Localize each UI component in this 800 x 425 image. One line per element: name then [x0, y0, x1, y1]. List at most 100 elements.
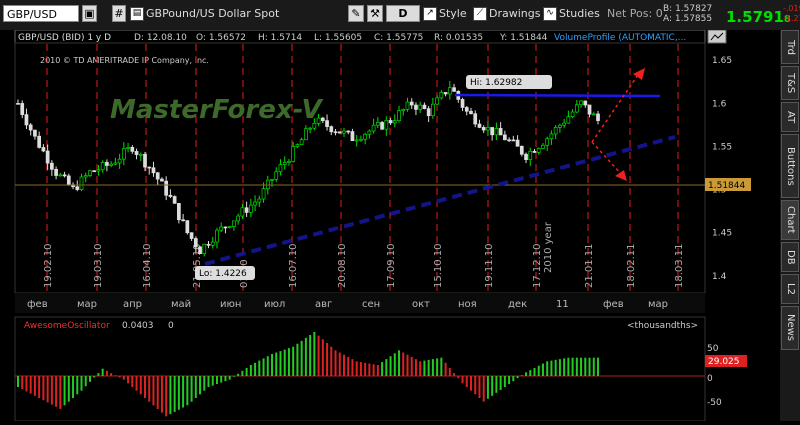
osc-tick-0: 0 — [707, 374, 713, 384]
oscillator-units: <thousandths> — [627, 321, 698, 331]
candle-body — [384, 120, 389, 130]
month-label: фев — [603, 299, 624, 310]
candle-body — [189, 232, 194, 239]
candle-body — [528, 150, 533, 161]
oscillator-value: 0.0403 — [122, 321, 154, 331]
candle-body — [583, 100, 588, 106]
candle-body — [155, 172, 160, 180]
sidebar-tab-db[interactable]: DB — [781, 242, 799, 272]
candle-body — [185, 220, 190, 234]
candle-body — [481, 127, 486, 131]
candle-body — [210, 241, 215, 246]
candle-body — [215, 229, 219, 243]
candle-body — [134, 151, 139, 155]
studies-menu[interactable]: ∿ Studies — [543, 7, 600, 21]
candle-body — [236, 215, 240, 222]
candle-body — [562, 122, 566, 126]
candle-body — [257, 198, 262, 203]
candle-body — [45, 150, 50, 164]
right-sidebar: Trd T&S AT Buttons Chart DB L2 News — [780, 30, 800, 421]
candle-body — [464, 107, 469, 112]
price-change: -.0193 — [783, 4, 800, 13]
candle-body — [96, 169, 101, 172]
candle-body — [219, 226, 224, 231]
candle-body — [58, 174, 63, 177]
candle-body — [380, 122, 384, 130]
price-chart[interactable]: GBP/USD (BID) 1 y D D: 12.08.10 O: 1.565… — [0, 29, 780, 422]
month-label: сен — [362, 299, 380, 310]
candle-body — [151, 167, 156, 174]
candle-body — [299, 139, 304, 145]
header-low: L: 1.55605 — [314, 33, 362, 43]
date-marker-label: 16.04.10 — [142, 243, 153, 288]
toolbar: GBP/USD ▣ # ▤ GBPound/US Dollar Spot ✎ ⚒ … — [0, 0, 800, 31]
candle-body — [477, 123, 482, 128]
month-label: 11 — [556, 299, 569, 310]
header-open: O: 1.56572 — [196, 33, 246, 43]
sidebar-tab-l2[interactable]: L2 — [781, 274, 799, 304]
y-tick-label: 1.45 — [712, 229, 732, 239]
candle-body — [282, 162, 287, 165]
month-label: фев — [27, 299, 48, 310]
resistance-line[interactable] — [454, 93, 661, 98]
candle-body — [320, 117, 325, 121]
date-marker-label: 18.03.11 — [674, 243, 685, 288]
wrench-button[interactable]: ⚒ — [367, 5, 383, 22]
pencil-button[interactable]: ✎ — [348, 5, 364, 22]
candle-body — [342, 130, 346, 134]
candle-body — [325, 120, 329, 127]
candle-body — [507, 139, 511, 142]
candle-body — [253, 201, 257, 206]
month-label: мар — [648, 299, 668, 310]
candle-body — [414, 104, 418, 110]
candle-body — [270, 179, 274, 181]
sidebar-tab-trd[interactable]: Trd — [781, 30, 799, 64]
candle-body — [498, 128, 503, 136]
candle-body — [75, 186, 80, 190]
candle-body — [486, 127, 490, 131]
candle-body — [227, 226, 232, 228]
drawings-menu[interactable]: ⟋ Drawings — [473, 7, 540, 21]
candle-body — [109, 163, 113, 166]
candle-body — [426, 108, 431, 117]
aggregation-button[interactable]: D — [386, 5, 420, 22]
sidebar-tab-at[interactable]: AT — [781, 102, 799, 132]
symbol-input[interactable]: GBP/USD — [3, 5, 79, 22]
candle-body — [304, 128, 308, 141]
candle-body — [33, 129, 37, 137]
ask-quote: A: 1.57855 — [663, 14, 713, 24]
date-marker-label: 17.09.10 — [386, 243, 397, 288]
bid-quote: B: 1.57827 — [663, 4, 713, 14]
y-tick-label: 1.55 — [712, 142, 732, 152]
candle-body — [574, 104, 579, 113]
candle-body — [447, 87, 452, 95]
sidebar-tab-ts[interactable]: T&S — [781, 66, 799, 100]
candle-body — [558, 124, 562, 128]
sidebar-tab-chart[interactable]: Chart — [781, 200, 799, 240]
sidebar-tab-news[interactable]: News — [781, 306, 799, 350]
candle-body — [422, 104, 427, 110]
candle-body — [350, 131, 355, 142]
year-label: 2010 year — [543, 221, 554, 273]
sidebar-tab-buttons[interactable]: Buttons — [781, 134, 799, 198]
candle-body — [160, 178, 164, 182]
candle-body — [83, 175, 88, 178]
candle-body — [232, 220, 236, 227]
symbol-search-icon[interactable]: ▣ — [82, 5, 97, 22]
candle-body — [291, 146, 296, 162]
candle-body — [164, 180, 169, 196]
candle-body — [62, 174, 67, 177]
candle-body — [337, 131, 342, 134]
date-marker-label: 17.12.10 — [532, 243, 543, 288]
candle-body — [439, 92, 444, 99]
candle-body — [591, 113, 596, 116]
symbol-description: ▤ GBPound/US Dollar Spot — [130, 7, 279, 21]
hash-button[interactable]: # — [112, 5, 126, 22]
date-marker-label: 18.02.11 — [626, 243, 637, 288]
month-label: июн — [220, 299, 241, 310]
candle-body — [113, 162, 118, 165]
candle-body — [66, 175, 71, 186]
month-label: ноя — [458, 299, 477, 310]
candle-body — [193, 238, 198, 248]
style-menu[interactable]: ↗ Style — [423, 7, 467, 21]
